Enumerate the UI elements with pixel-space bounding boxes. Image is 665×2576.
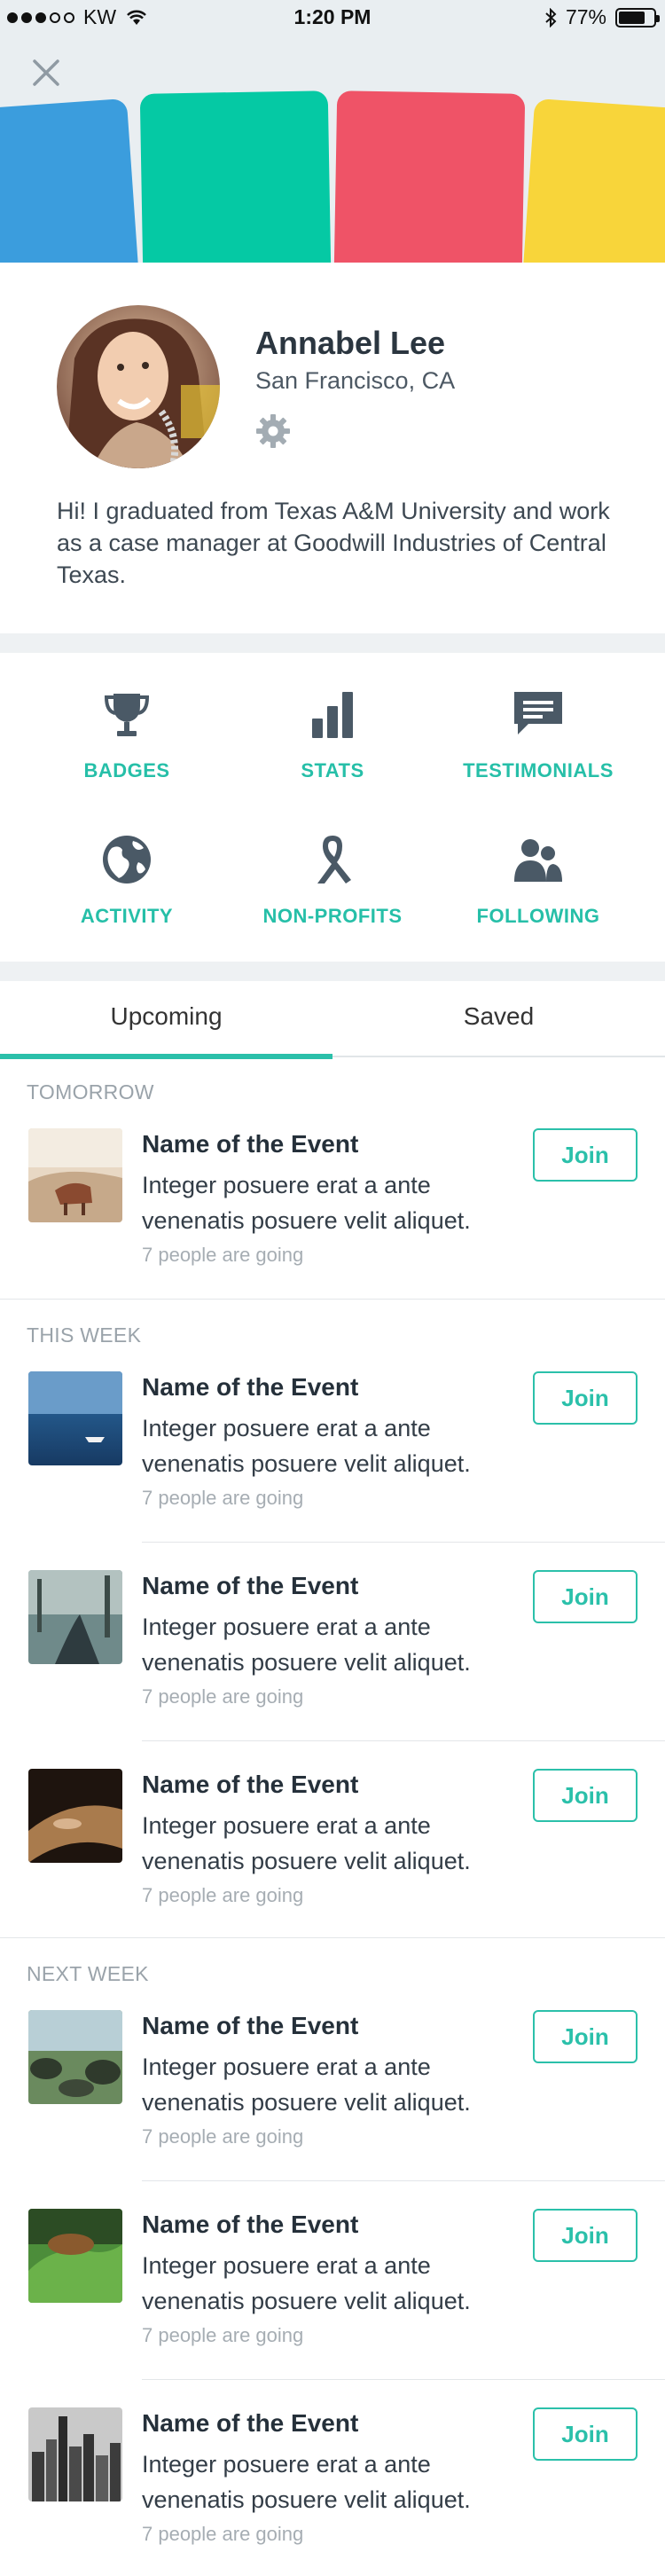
tab-upcoming[interactable]: Upcoming <box>0 981 332 1059</box>
event-attendees: 7 people are going <box>142 2125 304 2148</box>
join-button[interactable]: Join <box>533 1128 638 1182</box>
color-card-teal <box>139 90 332 263</box>
join-button[interactable]: Join <box>533 2209 638 2262</box>
event-title: Name of the Event <box>142 2211 359 2238</box>
event-attendees: 7 people are going <box>142 1884 304 1906</box>
menu-stats-label: STATS <box>301 759 364 781</box>
bluetooth-icon <box>545 7 557 27</box>
event-description: Integer posuere erat a ante venenatis po… <box>142 1415 471 1477</box>
event-thumbnail <box>28 1570 122 1664</box>
battery-percent: 77% <box>565 5 606 28</box>
gear-icon <box>256 414 290 448</box>
event-attendees: 7 people are going <box>142 2324 304 2346</box>
menu-following-label: FOLLOWING <box>476 905 600 927</box>
status-bar: KW 1:20 PM 77% <box>0 0 665 35</box>
menu-following[interactable]: FOLLOWING <box>427 798 649 944</box>
event-thumbnail <box>28 1128 122 1222</box>
event-description: Integer posuere erat a ante venenatis po… <box>142 1172 471 1234</box>
event-attendees: 7 people are going <box>142 2523 304 2545</box>
menu-badges[interactable]: BADGES <box>16 653 238 798</box>
join-button[interactable]: Join <box>533 1570 638 1623</box>
join-button[interactable]: Join <box>533 2407 638 2461</box>
item-separator <box>142 2180 665 2181</box>
event-thumbnail <box>28 2407 122 2501</box>
header-banner: KW 1:20 PM 77% <box>0 0 665 263</box>
event-thumbnail <box>28 2010 122 2104</box>
event-attendees: 7 people are going <box>142 1487 304 1509</box>
join-button[interactable]: Join <box>533 2010 638 2063</box>
profile-section: Annabel Lee San Francisco, CA Hi! I grad… <box>0 263 665 633</box>
item-separator <box>142 1740 665 1741</box>
event-description: Integer posuere erat a ante venenatis po… <box>142 2252 471 2314</box>
close-icon <box>33 59 59 86</box>
event-title: Name of the Event <box>142 1771 359 1798</box>
menu-testimonials[interactable]: TESTIMONIALS <box>427 653 649 798</box>
section-divider <box>0 962 665 981</box>
profile-name: Annabel Lee <box>255 325 446 361</box>
chat-bubble-icon <box>514 692 562 734</box>
status-right: 77% <box>544 5 660 29</box>
menu-badges-label: BADGES <box>83 759 170 781</box>
trophy-icon <box>104 694 150 736</box>
item-separator <box>142 2379 665 2380</box>
close-button[interactable] <box>27 53 66 92</box>
settings-button[interactable] <box>254 412 293 451</box>
list-item[interactable]: Name of the Event Integer posuere erat a… <box>0 2383 665 2576</box>
item-separator <box>142 1542 665 1543</box>
avatar <box>57 305 220 468</box>
avatar-photo <box>57 305 220 468</box>
menu-testimonials-label: TESTIMONIALS <box>463 759 614 781</box>
battery-icon <box>615 7 660 27</box>
menu-non-profits[interactable]: NON-PROFITS <box>222 798 443 944</box>
profile-bio: Hi! I graduated from Texas A&M Universit… <box>57 498 610 588</box>
list-item[interactable]: Name of the Event Integer posuere erat a… <box>0 1744 665 1943</box>
event-title: Name of the Event <box>142 1572 359 1599</box>
event-description: Integer posuere erat a ante venenatis po… <box>142 1614 471 1676</box>
section-separator <box>0 1937 665 1938</box>
section-heading-next-week: NEXT WEEK <box>27 1962 149 1985</box>
menu-non-profits-label: NON-PROFITS <box>262 905 403 927</box>
profile-location: San Francisco, CA <box>255 367 456 394</box>
event-title: Name of the Event <box>142 2012 359 2039</box>
section-heading-tomorrow: TOMORROW <box>27 1080 154 1103</box>
join-button[interactable]: Join <box>533 1371 638 1425</box>
section-separator <box>0 1299 665 1300</box>
list-item[interactable]: Name of the Event Integer posuere erat a… <box>0 1545 665 1744</box>
event-title: Name of the Event <box>142 1130 359 1158</box>
people-icon <box>514 839 562 882</box>
list-item[interactable]: Name of the Event Integer posuere erat a… <box>0 2184 665 2383</box>
menu-activity[interactable]: ACTIVITY <box>16 798 238 944</box>
event-description: Integer posuere erat a ante venenatis po… <box>142 2451 471 2513</box>
event-thumbnail <box>28 1769 122 1863</box>
color-card-blue <box>0 98 143 263</box>
event-attendees: 7 people are going <box>142 1685 304 1708</box>
tab-saved[interactable]: Saved <box>332 981 665 1057</box>
join-button[interactable]: Join <box>533 1769 638 1822</box>
event-title: Name of the Event <box>142 2409 359 2437</box>
list-item[interactable]: Name of the Event Integer posuere erat a… <box>0 1103 665 1302</box>
menu-activity-label: ACTIVITY <box>80 905 174 927</box>
globe-icon <box>103 836 151 884</box>
event-description: Integer posuere erat a ante venenatis po… <box>142 2054 471 2116</box>
event-tabs: Upcoming Saved <box>0 981 665 1059</box>
event-description: Integer posuere erat a ante venenatis po… <box>142 1812 471 1874</box>
section-divider <box>0 633 665 653</box>
color-card-yellow <box>519 98 665 263</box>
bar-chart-icon <box>312 692 353 738</box>
profile-menu-grid: BADGES STATS TESTIMONIALS ACTIVITY NON-P… <box>0 653 665 962</box>
list-item[interactable]: Name of the Event Integer posuere erat a… <box>0 1985 665 2184</box>
battery-level <box>619 11 645 24</box>
list-item[interactable]: Name of the Event Integer posuere erat a… <box>0 1347 665 1545</box>
ribbon-icon <box>317 836 351 884</box>
event-thumbnail <box>28 2209 122 2303</box>
event-attendees: 7 people are going <box>142 1244 304 1266</box>
menu-stats[interactable]: STATS <box>222 653 443 798</box>
event-title: Name of the Event <box>142 1373 359 1401</box>
section-heading-this-week: THIS WEEK <box>27 1323 142 1347</box>
event-thumbnail <box>28 1371 122 1465</box>
color-card-red <box>332 90 526 263</box>
